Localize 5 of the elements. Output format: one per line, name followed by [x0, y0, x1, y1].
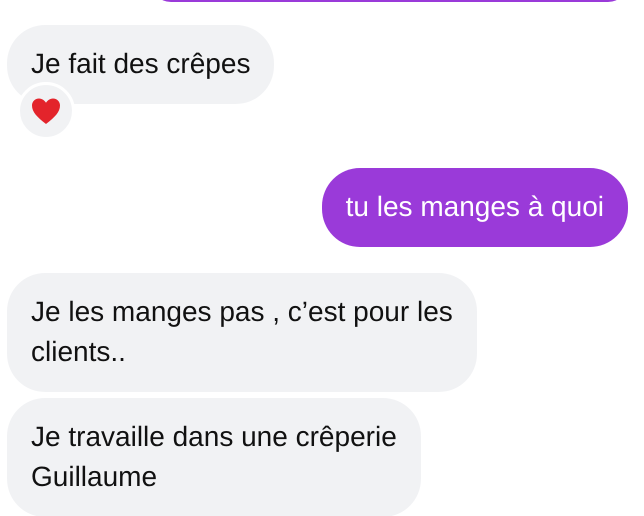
heart-icon [31, 97, 61, 125]
message-bubble: Je fait des crêpes [7, 25, 274, 104]
message-bubble: Je les manges pas , c’est pour les clients.. [7, 273, 477, 392]
message-bubble: tu les manges à quoi [322, 168, 628, 247]
message-bubble: Je travaille dans une crêperie Guillaume [7, 398, 421, 516]
